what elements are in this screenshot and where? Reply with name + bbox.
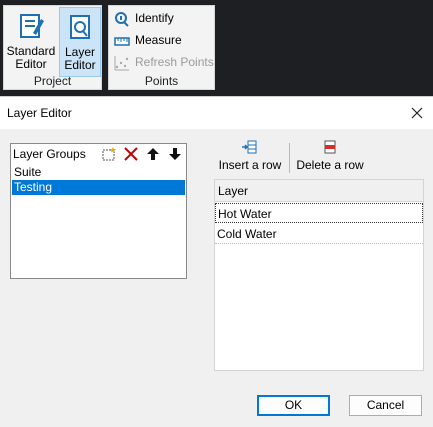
project-group-label: Project (33, 74, 72, 88)
refresh-points-icon (114, 55, 129, 71)
close-icon (411, 107, 423, 119)
move-up-icon[interactable] (145, 146, 161, 162)
delete-row-label: Delete a row (296, 158, 364, 172)
toolbar-separator (289, 143, 290, 173)
new-group-icon[interactable] (101, 146, 117, 162)
insert-row-label: Insert a row (218, 158, 282, 172)
measure-label: Measure (135, 33, 182, 47)
ok-button[interactable]: OK (257, 395, 330, 416)
delete-row-icon (324, 140, 336, 154)
layer-column-header[interactable]: Layer (215, 180, 423, 202)
delete-row-button[interactable]: Delete a row (296, 139, 364, 172)
delete-group-icon[interactable] (123, 146, 139, 162)
layer-editor-icon (70, 15, 90, 39)
close-button[interactable] (407, 103, 427, 123)
dialog-title: Layer Editor (7, 106, 72, 120)
measure-icon (114, 37, 130, 46)
layer-editor-label: Layer Editor (64, 45, 96, 72)
ribbon-group-points: Identify Measure Refresh Points Points (108, 5, 215, 90)
layer-row[interactable]: Hot Water (215, 203, 423, 223)
ribbon-group-project: Standard Editor Layer Editor Project (3, 5, 102, 90)
layer-editor-button[interactable]: Layer Editor (59, 7, 101, 77)
measure-button[interactable]: Measure (114, 31, 182, 49)
standard-editor-button[interactable]: Standard Editor (5, 7, 57, 77)
insert-row-button[interactable]: Insert a row (218, 139, 282, 172)
standard-editor-icon (20, 14, 44, 38)
insert-row-icon (242, 140, 257, 154)
identify-label: Identify (135, 11, 174, 25)
refresh-points-label: Refresh Points (135, 55, 214, 69)
identify-icon (115, 11, 129, 27)
points-group-label: Points (144, 74, 179, 88)
move-down-icon[interactable] (167, 146, 183, 162)
layer-editor-dialog: Layer Editor Layer Groups Suite Testing … (0, 96, 433, 427)
refresh-points-button[interactable]: Refresh Points (114, 53, 214, 71)
layer-grid: Layer Hot Water Cold Water (214, 179, 424, 371)
layer-group-item[interactable]: Testing (12, 180, 185, 195)
dialog-titlebar: Layer Editor (0, 97, 433, 129)
identify-button[interactable]: Identify (114, 9, 174, 27)
layer-group-item[interactable]: Suite (12, 165, 185, 180)
standard-editor-label: Standard Editor (6, 44, 56, 71)
cancel-button[interactable]: Cancel (349, 395, 422, 416)
layer-groups-title: Layer Groups (13, 147, 86, 161)
layer-groups-panel: Layer Groups Suite Testing (10, 143, 187, 279)
layer-row[interactable]: Cold Water (215, 224, 423, 244)
layer-groups-header: Layer Groups (11, 144, 186, 164)
